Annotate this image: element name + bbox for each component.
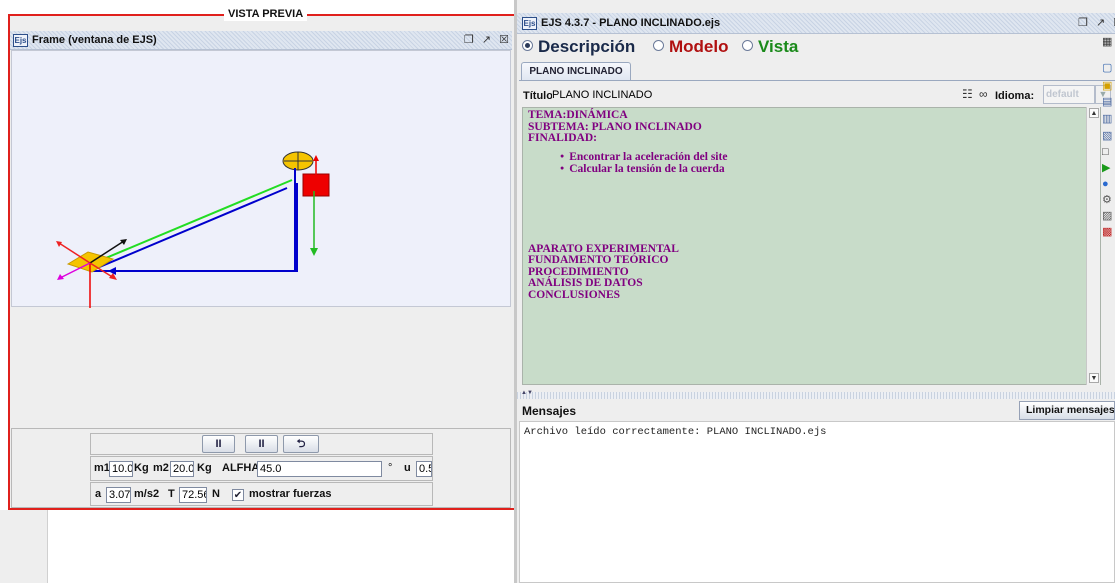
desc-bullet: Calcular la tensión de la cuerda [528, 163, 727, 177]
messages-area[interactable]: Archivo leído correctamente: PLANO INCLI… [519, 421, 1115, 583]
t-output: 72.56 [179, 487, 207, 503]
radio-descripcion-icon[interactable] [522, 40, 533, 52]
description-text: TEMA:DINÁMICA SUBTEMA: PLANO INCLINADO F… [528, 109, 727, 301]
message-log: Archivo leído correctamente: PLANO INCLI… [524, 426, 827, 438]
m1-label: m1 [94, 462, 110, 474]
titulo-input[interactable]: PLANO INCLINADO [552, 87, 941, 105]
messages-title: Mensajes [522, 404, 577, 418]
results-row: a 3.07 m/s2 T 72.56 N ✔ mostrar fuerzas [90, 482, 433, 506]
m2-input[interactable]: 20.0 [170, 461, 194, 477]
clear-messages-button[interactable]: Limpiar mensajes [1019, 401, 1115, 420]
save-as-icon[interactable]: ▥ [1102, 113, 1112, 125]
tab-plano-inclinado[interactable]: PLANO INCLINADO [521, 62, 631, 81]
ejs-title-bar[interactable]: Ejs EJS 4.3.7 - PLANO INCLINADO.ejs ❐ ↗ … [517, 13, 1115, 34]
show-forces-checkbox[interactable]: ✔ [232, 489, 244, 501]
web-icon[interactable]: ● [1102, 178, 1109, 190]
inclined-plane-drawing [56, 151, 330, 308]
radio-modelo-icon[interactable] [653, 40, 664, 52]
grid-icon[interactable]: ▦ [1102, 36, 1112, 48]
vista-previa-label: VISTA PREVIA [224, 7, 308, 21]
split-pane-divider[interactable]: ▲▼ [517, 390, 1115, 399]
m1-input[interactable]: 10.0 [109, 461, 133, 477]
a-label: a [95, 488, 102, 500]
desc-line: FINALIDAD: [528, 132, 597, 144]
alfha-input[interactable]: 45.0 [257, 461, 382, 477]
frame-title-bar[interactable]: Ejs Frame (ventana de EJS) ❐ ↗ ☒ [10, 31, 512, 50]
t-label: T [168, 488, 175, 500]
alfha-label: ALFHA [222, 462, 260, 474]
messages-header: Mensajes Limpiar mensajes [517, 400, 1115, 421]
ejs-window-controls: ❐ ↗ ☒ [1073, 16, 1115, 30]
ejs-logo-icon: Ejs [522, 17, 537, 30]
save-icon[interactable]: ▤ [1102, 96, 1112, 108]
frame-title: Frame (ventana de EJS) [32, 34, 157, 46]
parameters-row: m1 10.0 Kg m2 20.0 Kg ALFHA 45.0 ° u 0.5 [90, 456, 433, 481]
description-editor[interactable]: TEMA:DINÁMICA SUBTEMA: PLANO INCLINADO F… [522, 107, 1101, 385]
playback-controls: II II ⮌ [90, 433, 433, 455]
scroll-down-icon[interactable]: ▼ [1089, 373, 1099, 383]
scroll-up-icon[interactable]: ▲ [1089, 108, 1099, 118]
help-icon[interactable]: ▩ [1102, 226, 1112, 238]
base-arrow [108, 267, 116, 275]
info-icon[interactable]: ▨ [1102, 210, 1112, 222]
frame-window-controls: ❐ ↗ ☒ [459, 33, 509, 47]
split-arrows-icon[interactable]: ▲▼ [521, 390, 533, 396]
u-input[interactable]: 0.5 [416, 461, 432, 477]
properties-icon[interactable]: ☷ [962, 87, 973, 101]
incline-surface [89, 187, 288, 272]
a-output: 3.07 [106, 487, 131, 503]
tab-divider [519, 80, 1115, 81]
a-unit: m/s2 [134, 488, 160, 500]
mode-vista-label: Vista [758, 37, 799, 56]
radio-vista-icon[interactable] [742, 40, 753, 52]
package-icon[interactable]: □ [1102, 146, 1109, 158]
description-scrollbar[interactable]: ▲ ▼ [1086, 107, 1100, 385]
rope-segment [93, 179, 293, 264]
side-toolbar: ▦ ▢ ▣ ▤ ▥ ▧ □ ▶ ● ⚙ ▨ ▩ [1101, 36, 1115, 336]
ejs-window-title: EJS 4.3.7 - PLANO INCLINADO.ejs [541, 17, 721, 29]
m2-label: m2 [153, 462, 169, 474]
m1-unit: Kg [134, 462, 149, 474]
mode-descripcion-label: Descripción [538, 37, 636, 56]
simulation-canvas[interactable] [11, 50, 511, 308]
restore-icon[interactable]: ❐ [1078, 16, 1088, 30]
close-icon[interactable]: ☒ [499, 33, 509, 47]
run-icon[interactable]: ▶ [1102, 162, 1110, 174]
new-icon[interactable]: ▢ [1102, 62, 1112, 74]
search-icon[interactable]: ▧ [1102, 130, 1112, 142]
title-row: Título: PLANO INCLINADO ☷ ∞ Idioma: defa… [521, 84, 1115, 106]
mode-modelo-label: Modelo [669, 37, 729, 56]
settings-icon[interactable]: ⚙ [1102, 194, 1112, 206]
mode-selector: Descripción Modelo Vista [517, 35, 1115, 59]
restore-icon[interactable]: ❐ [464, 33, 474, 47]
desc-section: ANÁLISIS DE DATOS [528, 277, 643, 289]
idioma-select[interactable]: default [1043, 85, 1095, 104]
u-label: u [404, 462, 411, 474]
maximize-icon[interactable]: ↗ [482, 33, 491, 47]
left-side-strip [0, 510, 48, 583]
pause-button[interactable]: II [245, 435, 278, 453]
desc-section: FUNDAMENTO TEÓRICO [528, 254, 669, 266]
glasses-icon[interactable]: ∞ [979, 87, 988, 101]
mode-vista[interactable]: Vista [742, 37, 798, 57]
m2-unit: Kg [197, 462, 212, 474]
show-forces-label: mostrar fuerzas [249, 488, 332, 500]
idioma-label: Idioma: [995, 90, 1035, 102]
desc-line: TEMA:DINÁMICA [528, 109, 628, 121]
mode-descripcion[interactable]: Descripción [522, 37, 635, 57]
open-icon[interactable]: ▣ [1102, 80, 1112, 92]
alfha-unit: ° [388, 462, 393, 474]
ejs-logo-icon: Ejs [13, 34, 28, 47]
maximize-icon[interactable]: ↗ [1096, 16, 1105, 30]
desc-section: CONCLUSIONES [528, 288, 621, 301]
mode-modelo[interactable]: Modelo [653, 37, 729, 57]
play-button[interactable]: II [202, 435, 235, 453]
reset-button[interactable]: ⮌ [283, 435, 319, 453]
t-unit: N [212, 488, 220, 500]
